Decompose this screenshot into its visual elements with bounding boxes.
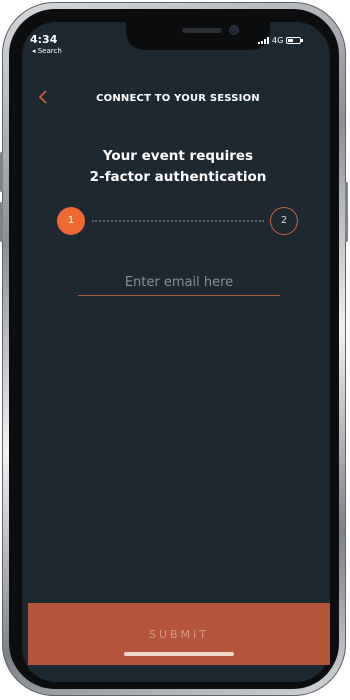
battery-icon [286, 37, 304, 44]
page-title: CONNECT TO YOUR SESSION [96, 93, 260, 104]
headline-line-2: 2-factor authentication [89, 169, 267, 185]
notch [126, 22, 270, 50]
email-field[interactable] [78, 269, 280, 296]
step-connector [92, 220, 264, 222]
front-camera [230, 26, 238, 34]
status-indicators: 4G [258, 36, 304, 45]
status-back-to-app[interactable]: ◂ Search [32, 47, 62, 55]
speaker-grille [182, 28, 222, 33]
app-screen [22, 22, 330, 682]
volume-down-button [0, 202, 3, 242]
status-time: 4:34 [30, 33, 58, 46]
volume-up-button [0, 152, 3, 192]
chevron-left-icon [38, 90, 47, 104]
step-2-indicator: 2 [270, 207, 298, 235]
headline-line-1: Your event requires [102, 148, 254, 164]
network-type: 4G [272, 36, 284, 45]
home-indicator[interactable] [124, 652, 234, 656]
auth-headline: Your event requires 2-factor authenticat… [30, 146, 326, 188]
power-button [345, 182, 348, 242]
signal-icon [258, 37, 269, 44]
step-1-indicator: 1 [57, 207, 85, 235]
back-button[interactable] [38, 88, 54, 106]
